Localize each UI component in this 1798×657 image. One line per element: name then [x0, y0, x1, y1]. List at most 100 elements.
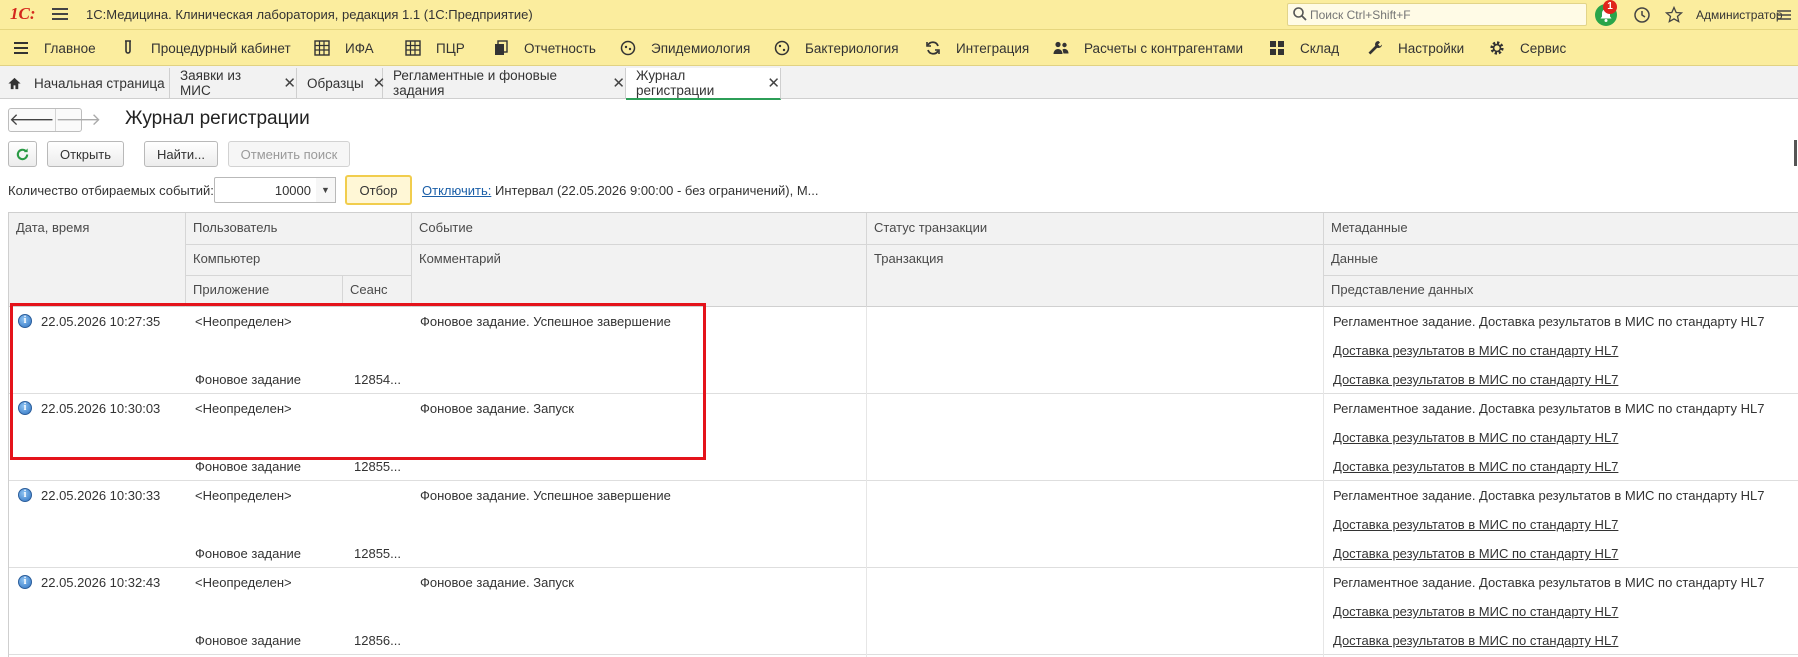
cell-data[interactable]: Доставка результатов в МИС по стандарту … [1333, 430, 1618, 445]
col-comment[interactable]: Комментарий [412, 244, 501, 275]
refresh-button[interactable] [8, 141, 37, 167]
forward-arrow-icon[interactable]: 🡒 [54, 109, 101, 131]
documents-icon [495, 40, 508, 55]
bacteria-icon [774, 40, 790, 56]
tab-event-log[interactable]: Журнал регистрации ✕ [626, 68, 781, 100]
col-application[interactable]: Приложение [186, 275, 269, 306]
cell-data-repr[interactable]: Доставка результатов в МИС по стандарту … [1333, 459, 1618, 474]
info-icon: i [18, 314, 32, 328]
col-user[interactable]: Пользователь [186, 213, 277, 244]
cell-session: 12854... [354, 372, 401, 387]
menu-item-label: Расчеты с контрагентами [1084, 40, 1244, 56]
cell-event: Фоновое задание. Успешное завершение [420, 314, 671, 329]
notifications-badge: 1 [1603, 0, 1617, 14]
filter-button[interactable]: Отбор [345, 175, 412, 205]
open-tabs-bar: Начальная страница Заявки из МИС ✕ Образ… [0, 66, 1798, 100]
global-search[interactable] [1287, 3, 1587, 26]
tab-home[interactable]: Начальная страница [0, 68, 170, 98]
app-logo: 1С: [10, 4, 36, 23]
close-icon[interactable]: ✕ [283, 74, 296, 92]
cell-metadata: Регламентное задание. Доставка результат… [1333, 401, 1765, 416]
home-icon [8, 77, 21, 89]
cancel-search-button[interactable]: Отменить поиск [228, 141, 350, 167]
menu-item-procedure-room[interactable]: Процедурный кабинет [119, 30, 291, 66]
cell-data[interactable]: Доставка результатов в МИС по стандарту … [1333, 604, 1618, 619]
menu-item-ifa[interactable]: ИФА [313, 30, 374, 66]
menu-item-label: Главное [44, 40, 96, 56]
cell-application: Фоновое задание [195, 546, 302, 561]
col-event[interactable]: Событие [412, 213, 473, 244]
open-button[interactable]: Открыть [47, 141, 124, 167]
refresh-icon [16, 147, 29, 160]
menu-item-integration[interactable]: Интеграция [924, 30, 1029, 66]
tab-samples[interactable]: Образцы ✕ [297, 68, 385, 98]
cell-data-repr[interactable]: Доставка результатов в МИС по стандарту … [1333, 372, 1618, 387]
menu-item-warehouse[interactable]: Склад [1268, 30, 1339, 66]
cell-datetime: 22.05.2026 10:30:33 [41, 488, 161, 503]
page-title: Журнал регистрации [125, 108, 310, 129]
menu-item-label: Склад [1300, 40, 1340, 56]
scroll-marker[interactable] [1794, 140, 1797, 166]
title-bar: 1С: 1С:Медицина. Клиническая лаборатория… [0, 0, 1798, 30]
event-count-input[interactable] [214, 177, 318, 203]
col-session[interactable]: Сеанс [343, 275, 388, 306]
menu-item-main[interactable]: Главное [12, 30, 96, 66]
menu-item-label: Бактериология [805, 40, 899, 56]
menu-item-epidemiology[interactable]: Эпидемиология [619, 30, 750, 66]
back-arrow-icon[interactable]: 🡐 [9, 109, 55, 131]
menu-item-label: Интеграция [956, 40, 1030, 56]
cell-data-repr[interactable]: Доставка результатов в МИС по стандарту … [1333, 633, 1618, 648]
col-tx-status[interactable]: Статус транзакции [867, 213, 987, 244]
col-data-repr[interactable]: Представление данных [1324, 275, 1473, 306]
close-icon[interactable]: ✕ [767, 74, 780, 92]
col-datetime[interactable]: Дата, время [9, 213, 89, 244]
disable-filter-link[interactable]: Отключить: [422, 183, 491, 198]
cell-event: Фоновое задание. Запуск [420, 575, 574, 590]
menu-item-reports[interactable]: Отчетность [492, 30, 596, 66]
tab-mis-requests[interactable]: Заявки из МИС ✕ [170, 68, 297, 98]
menu-item-counterparties[interactable]: Расчеты с контрагентами [1052, 30, 1243, 66]
settings-icon[interactable] [1774, 5, 1794, 25]
cell-metadata: Регламентное задание. Доставка результат… [1333, 314, 1765, 329]
cell-user: <Неопределен> [195, 488, 292, 503]
menu-item-label: ИФА [345, 40, 374, 56]
current-user[interactable]: Администратор [1696, 8, 1783, 22]
app-title: 1С:Медицина. Клиническая лаборатория, ре… [86, 7, 533, 22]
cell-data[interactable]: Доставка результатов в МИС по стандарту … [1333, 343, 1618, 358]
cell-datetime: 22.05.2026 10:30:03 [41, 401, 161, 416]
event-count-label: Количество отбираемых событий: [8, 183, 214, 198]
menu-item-settings[interactable]: Настройки [1366, 30, 1464, 66]
cell-user: <Неопределен> [195, 314, 292, 329]
table-row[interactable]: i 22.05.2026 10:30:03 <Неопределен> Фоно… [9, 394, 1798, 481]
star-icon[interactable] [1664, 5, 1684, 25]
col-transaction[interactable]: Транзакция [867, 244, 943, 275]
wrench-icon [1368, 41, 1382, 55]
table-row[interactable]: i 22.05.2026 10:32:43 <Неопределен> Фоно… [9, 568, 1798, 655]
table-row[interactable]: i 22.05.2026 10:30:33 <Неопределен> Фоно… [9, 481, 1798, 568]
menu-item-label: Отчетность [524, 40, 596, 56]
gear-icon [1490, 41, 1504, 55]
find-button[interactable]: Найти... [144, 141, 218, 167]
chevron-down-icon[interactable]: ▼ [316, 177, 336, 203]
cell-data[interactable]: Доставка результатов в МИС по стандарту … [1333, 517, 1618, 532]
close-icon[interactable]: ✕ [612, 74, 625, 92]
cell-session: 12855... [354, 546, 401, 561]
virus-icon [620, 40, 636, 56]
menu-item-pcr[interactable]: ПЦР [404, 30, 465, 66]
info-icon: i [18, 401, 32, 415]
col-data[interactable]: Данные [1324, 244, 1378, 275]
cell-application: Фоновое задание [195, 372, 302, 387]
col-metadata[interactable]: Метаданные [1324, 213, 1408, 244]
filter-interval-text: Интервал (22.05.2026 9:00:00 - без огран… [495, 183, 819, 198]
menu-icon[interactable] [50, 5, 70, 23]
col-computer[interactable]: Компьютер [186, 244, 260, 275]
menu-item-service[interactable]: Сервис [1488, 30, 1566, 66]
cell-user: <Неопределен> [195, 575, 292, 590]
cell-data-repr[interactable]: Доставка результатов в МИС по стандарту … [1333, 546, 1618, 561]
table-row[interactable]: i 22.05.2026 10:27:35 <Неопределен> Фоно… [9, 307, 1798, 394]
history-icon[interactable] [1632, 5, 1652, 25]
tab-label: Начальная страница [34, 75, 165, 91]
menu-item-bacteriology[interactable]: Бактериология [773, 30, 899, 66]
tab-scheduled-jobs[interactable]: Регламентные и фоновые задания ✕ [383, 68, 626, 98]
search-input[interactable] [1310, 6, 1580, 24]
